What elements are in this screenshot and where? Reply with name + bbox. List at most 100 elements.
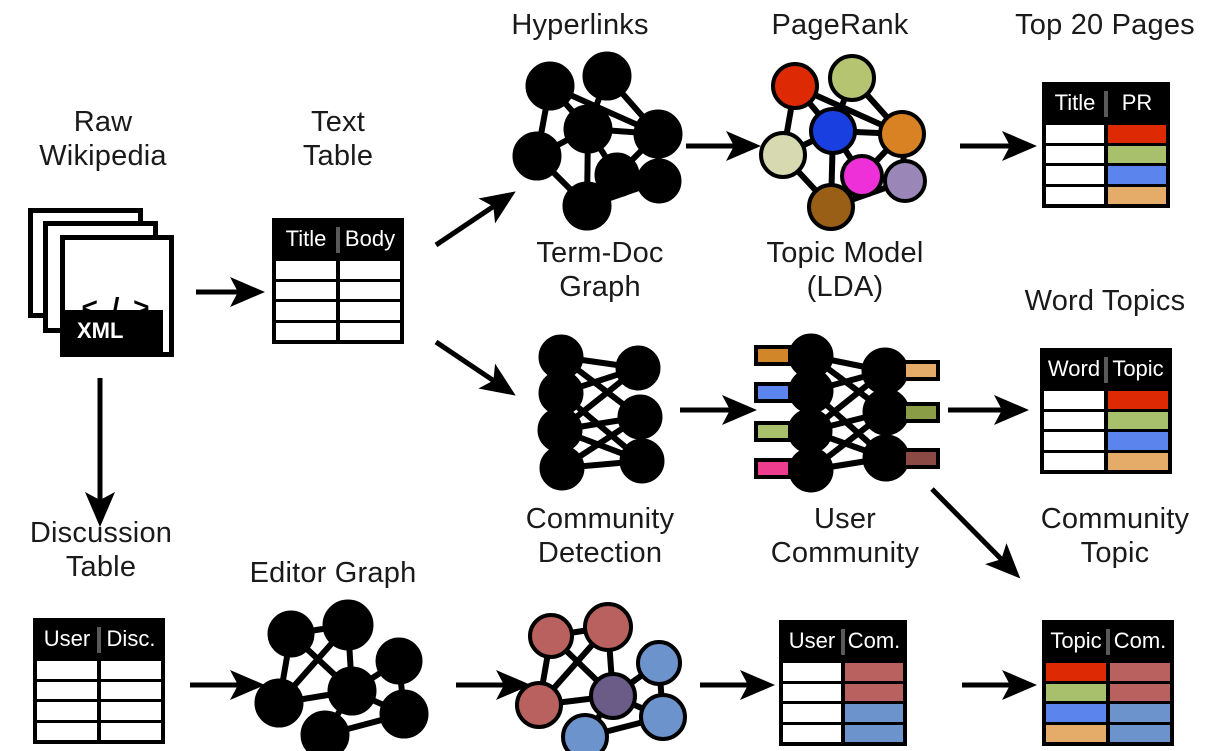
table-cell-right — [1108, 125, 1166, 143]
table-cell-left — [1046, 166, 1104, 184]
table-cell-right — [340, 322, 400, 340]
table-row[interactable] — [783, 724, 903, 742]
table-row[interactable] — [783, 683, 903, 701]
column-header-left: User — [788, 628, 836, 653]
column-header-right: Com. — [847, 628, 901, 653]
table-cell-left — [37, 702, 97, 720]
table-row[interactable] — [1044, 452, 1168, 470]
table-cell-left — [1046, 704, 1106, 722]
table-cell-left — [1046, 683, 1106, 701]
community-detection-graph — [515, 602, 687, 751]
term-doc-graph-nodes — [537, 334, 665, 491]
table-row[interactable] — [1046, 683, 1170, 701]
label-term-doc-graph: Term-Doc Graph — [536, 237, 664, 304]
table-cell-right — [1108, 432, 1168, 450]
editor-graph-nodes — [254, 599, 429, 751]
table-row[interactable] — [1044, 432, 1168, 450]
table-row[interactable] — [1046, 663, 1170, 681]
table-cell-right — [1110, 683, 1170, 701]
table-row[interactable] — [1046, 125, 1166, 143]
topic-model-graph-edges — [807, 353, 889, 473]
table-row[interactable] — [276, 302, 400, 320]
table-cell-right — [340, 302, 400, 320]
pagerank-graph — [759, 54, 927, 231]
table-header-row: Title Body — [276, 222, 400, 258]
text-table[interactable]: Title Body — [272, 218, 404, 344]
table-cell-right — [1110, 663, 1170, 681]
label-community-detection: Community Detection — [525, 503, 675, 570]
table-row[interactable] — [783, 704, 903, 722]
label-community-topic: Community Topic — [1040, 503, 1190, 570]
word-topics-table[interactable]: Word Topic — [1040, 348, 1172, 474]
pagerank-graph-edges — [780, 75, 908, 210]
table-row[interactable] — [276, 261, 400, 279]
doc-sheet-front: < / > XML — [60, 235, 174, 357]
table-row[interactable] — [1046, 186, 1166, 204]
table-cell-left — [1046, 186, 1104, 204]
arrow-texttable-to-termdoc — [434, 339, 516, 396]
table-cell-right — [101, 681, 161, 699]
table-row[interactable] — [1046, 724, 1170, 742]
table-row[interactable] — [37, 681, 161, 699]
table-row[interactable] — [276, 281, 400, 299]
table-row[interactable] — [783, 663, 903, 681]
table-cell-left — [783, 704, 841, 722]
hyperlinks-graph — [512, 51, 683, 231]
table-cell-right — [845, 724, 903, 742]
table-cell-left — [1044, 411, 1104, 429]
table-row[interactable] — [1046, 145, 1166, 163]
table-row[interactable] — [37, 661, 161, 679]
table-cell-left — [1044, 432, 1104, 450]
column-header-right: Topic — [1112, 356, 1164, 381]
table-header-row: Word Topic — [1044, 352, 1168, 388]
editor-graph — [254, 599, 429, 751]
table-cell-left — [276, 322, 336, 340]
table-row[interactable] — [1046, 166, 1166, 184]
table-row[interactable] — [37, 702, 161, 720]
xml-format-badge: XML — [65, 310, 163, 352]
hyperlinks-graph-edges — [534, 73, 662, 209]
term-doc-graph — [537, 334, 665, 491]
user-community-table[interactable]: User Com. — [779, 620, 907, 746]
table-cell-left — [37, 681, 97, 699]
table-row[interactable] — [1044, 411, 1168, 429]
table-header-row: Topic Com. — [1046, 624, 1170, 660]
topic-model-graph-nodes — [787, 333, 910, 493]
label-word-topics: Word Topics — [1024, 285, 1186, 317]
table-cell-right — [845, 663, 903, 681]
label-hyperlinks: Hyperlinks — [511, 9, 649, 41]
label-raw-wikipedia: Raw Wikipedia — [39, 106, 167, 173]
table-header-row: User Com. — [783, 624, 903, 660]
table-header-row: Title PR — [1046, 86, 1166, 122]
table-cell-right — [1110, 704, 1170, 722]
column-header-left: Word — [1047, 356, 1101, 381]
table-cell-right — [845, 704, 903, 722]
column-header-left: Title — [285, 226, 327, 251]
column-header-right: Body — [344, 226, 396, 251]
discussion-table[interactable]: User Disc. — [33, 618, 165, 744]
label-topic-model-lda: Topic Model (LDA) — [766, 237, 924, 304]
top-20-pages-table[interactable]: Title PR — [1042, 82, 1170, 208]
community-detection-graph-edges — [536, 624, 666, 740]
table-cell-right — [340, 261, 400, 279]
table-row[interactable] — [1046, 704, 1170, 722]
column-header-right: Com. — [1113, 628, 1167, 653]
table-cell-left — [276, 281, 336, 299]
community-topic-table[interactable]: Topic Com. — [1042, 620, 1174, 746]
table-row[interactable] — [1044, 391, 1168, 409]
column-header-left: Topic — [1050, 628, 1102, 653]
community-detection-graph-nodes — [515, 602, 687, 751]
table-cell-right — [101, 722, 161, 740]
pagerank-graph-nodes — [759, 54, 927, 231]
table-cell-right — [101, 702, 161, 720]
table-cell-left — [37, 722, 97, 740]
table-cell-right — [1108, 145, 1166, 163]
table-cell-right — [1108, 391, 1168, 409]
column-header-right: Disc. — [106, 626, 156, 651]
hyperlinks-graph-nodes — [512, 51, 683, 231]
table-cell-left — [783, 724, 841, 742]
table-row[interactable] — [276, 322, 400, 340]
table-cell-right — [1110, 724, 1170, 742]
table-cell-right — [340, 281, 400, 299]
table-row[interactable] — [37, 722, 161, 740]
